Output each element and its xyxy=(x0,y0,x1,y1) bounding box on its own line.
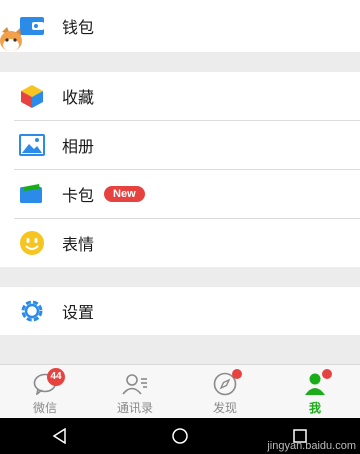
back-icon[interactable] xyxy=(40,418,80,454)
chat-icon: 44 xyxy=(31,368,65,397)
notification-dot xyxy=(322,369,332,379)
wallet-row[interactable]: 钱包 xyxy=(0,2,360,50)
new-badge: New xyxy=(104,186,145,202)
unread-count-badge: 44 xyxy=(47,368,65,386)
compass-icon xyxy=(211,369,242,397)
tab-me[interactable]: 我 xyxy=(270,365,360,418)
bottom-tab-bar: 44 微信 通讯录 发现 我 xyxy=(0,364,360,418)
tab-chats[interactable]: 44 微信 xyxy=(0,365,90,418)
gear-icon xyxy=(18,297,46,325)
settings-label: 设置 xyxy=(62,303,95,322)
stickers-row[interactable]: 表情 xyxy=(0,219,360,267)
notification-dot xyxy=(232,369,242,379)
system-nav-bar: jingyan.baidu.com xyxy=(0,418,360,454)
stickers-label: 表情 xyxy=(62,235,95,254)
features-section: 收藏 相册 卡包 New 表情 xyxy=(0,72,360,267)
tab-label: 通讯录 xyxy=(116,401,153,415)
contacts-icon xyxy=(121,371,149,397)
tab-label: 发现 xyxy=(212,401,237,415)
smiley-icon xyxy=(18,229,46,257)
tab-contacts[interactable]: 通讯录 xyxy=(90,365,180,418)
favorites-label: 收藏 xyxy=(62,88,95,107)
tab-discover[interactable]: 发现 xyxy=(180,365,270,418)
settings-row[interactable]: 设置 xyxy=(0,287,360,335)
wallet-section: 钱包 xyxy=(0,0,360,52)
favorites-row[interactable]: 收藏 xyxy=(0,72,360,120)
fox-sticker-icon xyxy=(0,27,22,51)
watermark: jingyan.baidu.com xyxy=(267,440,356,452)
album-label: 相册 xyxy=(62,137,95,156)
cube-icon xyxy=(18,82,46,110)
home-icon[interactable] xyxy=(160,418,200,454)
card-package-row[interactable]: 卡包 New xyxy=(0,170,360,218)
settings-section: 设置 xyxy=(0,287,360,335)
card-package-label: 卡包 xyxy=(62,186,95,205)
card-package-icon xyxy=(18,180,46,208)
tab-label: 微信 xyxy=(32,401,57,415)
wallet-label: 钱包 xyxy=(62,18,95,37)
me-icon xyxy=(301,369,332,397)
album-row[interactable]: 相册 xyxy=(0,121,360,169)
picture-icon xyxy=(18,131,46,159)
tab-label: 我 xyxy=(308,401,321,415)
